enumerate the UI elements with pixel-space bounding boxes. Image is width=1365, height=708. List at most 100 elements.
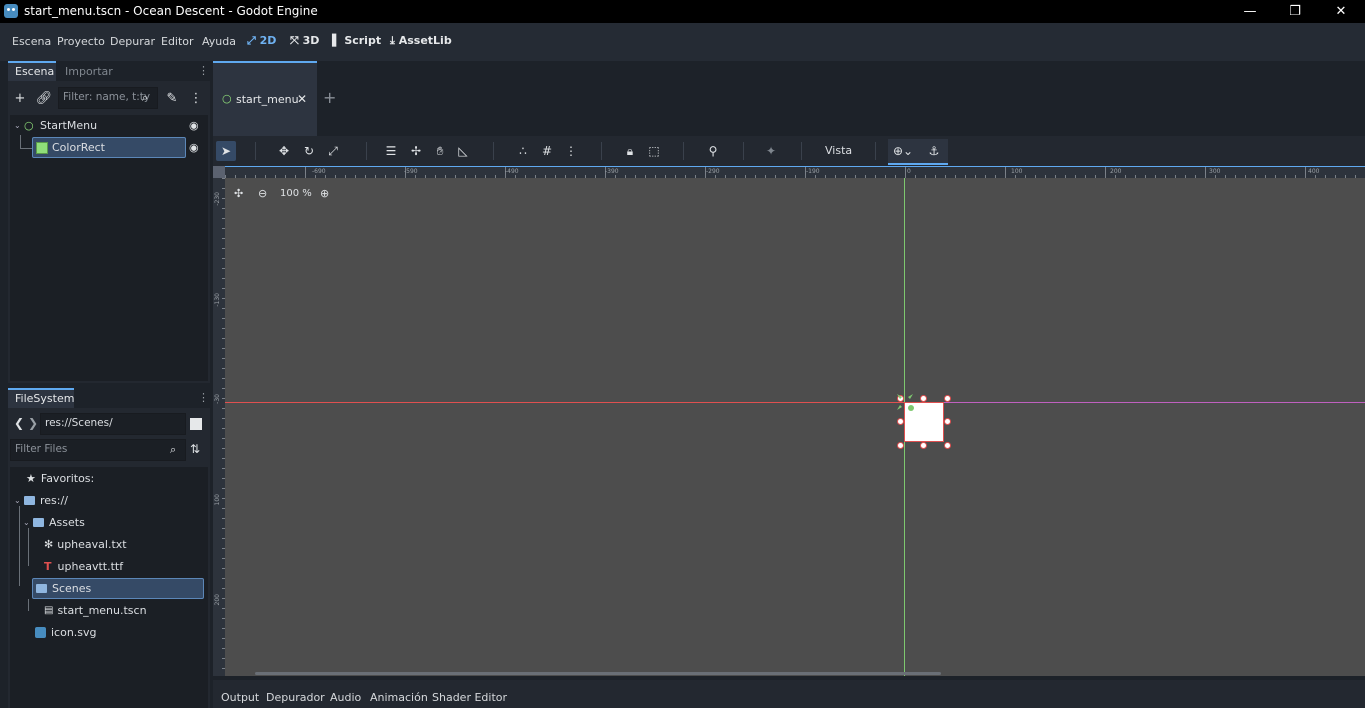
resize-handle[interactable] xyxy=(944,395,951,402)
scene-options-button[interactable]: ⋮ xyxy=(186,88,206,108)
filter-files-input[interactable]: Filter Files xyxy=(10,439,186,461)
visibility-eye-icon[interactable]: ◉ xyxy=(189,119,199,132)
select-mode-button[interactable]: ➤ xyxy=(216,141,236,161)
menu-ayuda[interactable]: Ayuda xyxy=(202,35,236,48)
menu-proyecto[interactable]: Proyecto xyxy=(57,35,105,48)
scale-mode-button[interactable]: ⤢ xyxy=(323,141,343,161)
workspace-script-button[interactable]: ▌ Script xyxy=(332,34,381,47)
workspace-3d-button[interactable]: ⤧ 3D xyxy=(290,34,319,48)
tab-start-menu[interactable]: ○ start_menu ✕ xyxy=(213,61,317,136)
maximize-button[interactable]: ❐ xyxy=(1272,0,1318,23)
zoom-level-label[interactable]: 100 % xyxy=(280,188,312,199)
kebab-menu-icon: ⋮ xyxy=(189,90,203,106)
ruler-tick xyxy=(1105,167,1106,178)
zoom-in-button[interactable]: ⊕ xyxy=(320,187,329,200)
resize-handle[interactable] xyxy=(944,442,951,449)
svg-file-icon xyxy=(35,626,46,638)
workspace-assetlib-button[interactable]: ⤓ AssetLib xyxy=(390,34,452,48)
workspace-2d-button[interactable]: ⤢ 2D xyxy=(247,34,276,48)
zoom-out-button[interactable]: ⊖ xyxy=(258,187,267,200)
view-menu-button[interactable]: Vista xyxy=(825,144,852,157)
skeleton-button[interactable]: ⚲ xyxy=(703,141,723,161)
canvas-viewport[interactable]: ✣ ⊖ 100 % ⊕ xyxy=(225,178,1365,676)
grid-snap-button[interactable]: # xyxy=(537,141,557,161)
file-row-icon-svg[interactable]: icon.svg xyxy=(35,622,97,642)
ruler-vertical: -230 -130 -30 100 200 xyxy=(213,178,225,676)
favorites-row[interactable]: ★ Favoritos: xyxy=(26,468,94,488)
file-row-start-menu-tscn[interactable]: ▤ start_menu.tscn xyxy=(44,600,147,620)
x-axis-positive-line xyxy=(905,402,1365,403)
list-select-icon: ☰ xyxy=(385,144,397,158)
resize-handle[interactable] xyxy=(944,418,951,425)
tree-node-startmenu[interactable]: ⌄ ○ StartMenu xyxy=(14,115,206,135)
menu-editor[interactable]: Editor xyxy=(161,35,194,48)
group-button[interactable]: ⬚ xyxy=(644,141,664,161)
menu-depurar[interactable]: Depurar xyxy=(110,35,155,48)
control-node-icon: ○ xyxy=(24,118,34,132)
file-row-upheaval-txt[interactable]: ✻ upheaval.txt xyxy=(44,534,127,554)
pivot-mode-button[interactable]: ✢ xyxy=(406,141,426,161)
ruler-tick-label: 0 xyxy=(907,168,911,175)
snap-icon: ∴ xyxy=(519,144,527,158)
lock-icon: 🔒︎ xyxy=(626,143,634,158)
lock-button[interactable]: 🔒︎ xyxy=(620,141,640,161)
move-mode-button[interactable]: ✥ xyxy=(274,141,294,161)
pan-mode-button[interactable]: ✋︎ xyxy=(430,141,450,161)
sort-icon[interactable]: ⇅ xyxy=(190,442,200,456)
menu-escena[interactable]: Escena xyxy=(12,35,51,48)
tab-filesystem[interactable]: FileSystem xyxy=(8,388,74,408)
colorrect-node-icon xyxy=(36,141,48,154)
file-row-upheavtt-ttf[interactable]: T upheavtt.ttf xyxy=(44,556,123,576)
chevron-down-icon[interactable]: ⌄ xyxy=(14,121,24,130)
add-node-button[interactable]: + xyxy=(10,88,30,108)
tab-depurador[interactable]: Depurador xyxy=(266,691,325,704)
smart-snap-button[interactable]: ∴ xyxy=(513,141,533,161)
tab-audio[interactable]: Audio xyxy=(330,691,361,704)
close-window-button[interactable]: ✕ xyxy=(1318,0,1364,23)
instance-scene-button[interactable]: 🔗︎ xyxy=(34,88,54,108)
close-tab-icon[interactable]: ✕ xyxy=(297,92,307,106)
scene-dock-tabbar: Escena Importar ⋮ xyxy=(8,61,210,81)
anchor-gizmo-icon[interactable] xyxy=(894,391,916,413)
ruler-mode-button[interactable]: ◺ xyxy=(453,141,473,161)
forward-arrow-icon[interactable]: ❯ xyxy=(28,416,38,430)
horizontal-scrollbar[interactable] xyxy=(255,672,941,675)
tab-animacion[interactable]: Animación xyxy=(370,691,428,704)
resize-handle[interactable] xyxy=(920,395,927,402)
tab-output[interactable]: Output xyxy=(221,691,259,704)
visibility-eye-icon[interactable]: ◉ xyxy=(189,141,199,154)
folder-row-res[interactable]: ⌄ res:// xyxy=(14,490,68,510)
path-input[interactable]: res://Scenes/ xyxy=(40,413,186,435)
tree-node-colorrect[interactable]: ColorRect xyxy=(32,137,186,158)
snap-options-button[interactable]: ⋮ xyxy=(561,141,581,161)
dock-menu-icon[interactable]: ⋮ xyxy=(198,64,209,77)
attach-script-button[interactable]: ✎ xyxy=(162,88,182,108)
tree-line xyxy=(20,135,21,149)
folder-row-assets[interactable]: ⌄ Assets xyxy=(23,512,85,532)
rotate-mode-button[interactable]: ↻ xyxy=(299,141,319,161)
center-view-icon[interactable]: ✣ xyxy=(234,187,243,200)
resize-handle[interactable] xyxy=(897,442,904,449)
resize-handle[interactable] xyxy=(920,442,927,449)
text-file-icon: ✻ xyxy=(44,537,54,551)
tab-escena[interactable]: Escena xyxy=(8,61,56,81)
camera-override-button[interactable]: ✦ xyxy=(761,141,781,161)
new-tab-button[interactable]: + xyxy=(323,88,336,107)
tab-importar[interactable]: Importar xyxy=(58,61,120,81)
chevron-down-icon[interactable]: ⌄ xyxy=(23,518,33,527)
bottom-panel: Output Depurador Audio Animación Shader … xyxy=(213,680,1365,708)
anchor-mode-button[interactable]: ⚓︎ xyxy=(924,141,944,161)
list-select-button[interactable]: ☰ xyxy=(381,141,401,161)
back-arrow-icon[interactable]: ❮ xyxy=(14,416,24,430)
resize-handle[interactable] xyxy=(897,418,904,425)
ruler-tick xyxy=(1305,167,1306,178)
split-view-icon[interactable] xyxy=(190,418,202,430)
anchor-presets-button[interactable]: ⊕⌄ xyxy=(893,141,913,161)
folder-row-scenes[interactable]: Scenes xyxy=(32,578,204,599)
search-icon: ⌕ xyxy=(170,443,177,456)
scene-file-icon: ▤ xyxy=(44,604,54,616)
tab-shader-editor[interactable]: Shader Editor xyxy=(432,691,507,704)
chevron-down-icon[interactable]: ⌄ xyxy=(14,496,24,505)
minimize-button[interactable]: — xyxy=(1227,0,1273,23)
dock-menu-icon[interactable]: ⋮ xyxy=(198,391,209,404)
